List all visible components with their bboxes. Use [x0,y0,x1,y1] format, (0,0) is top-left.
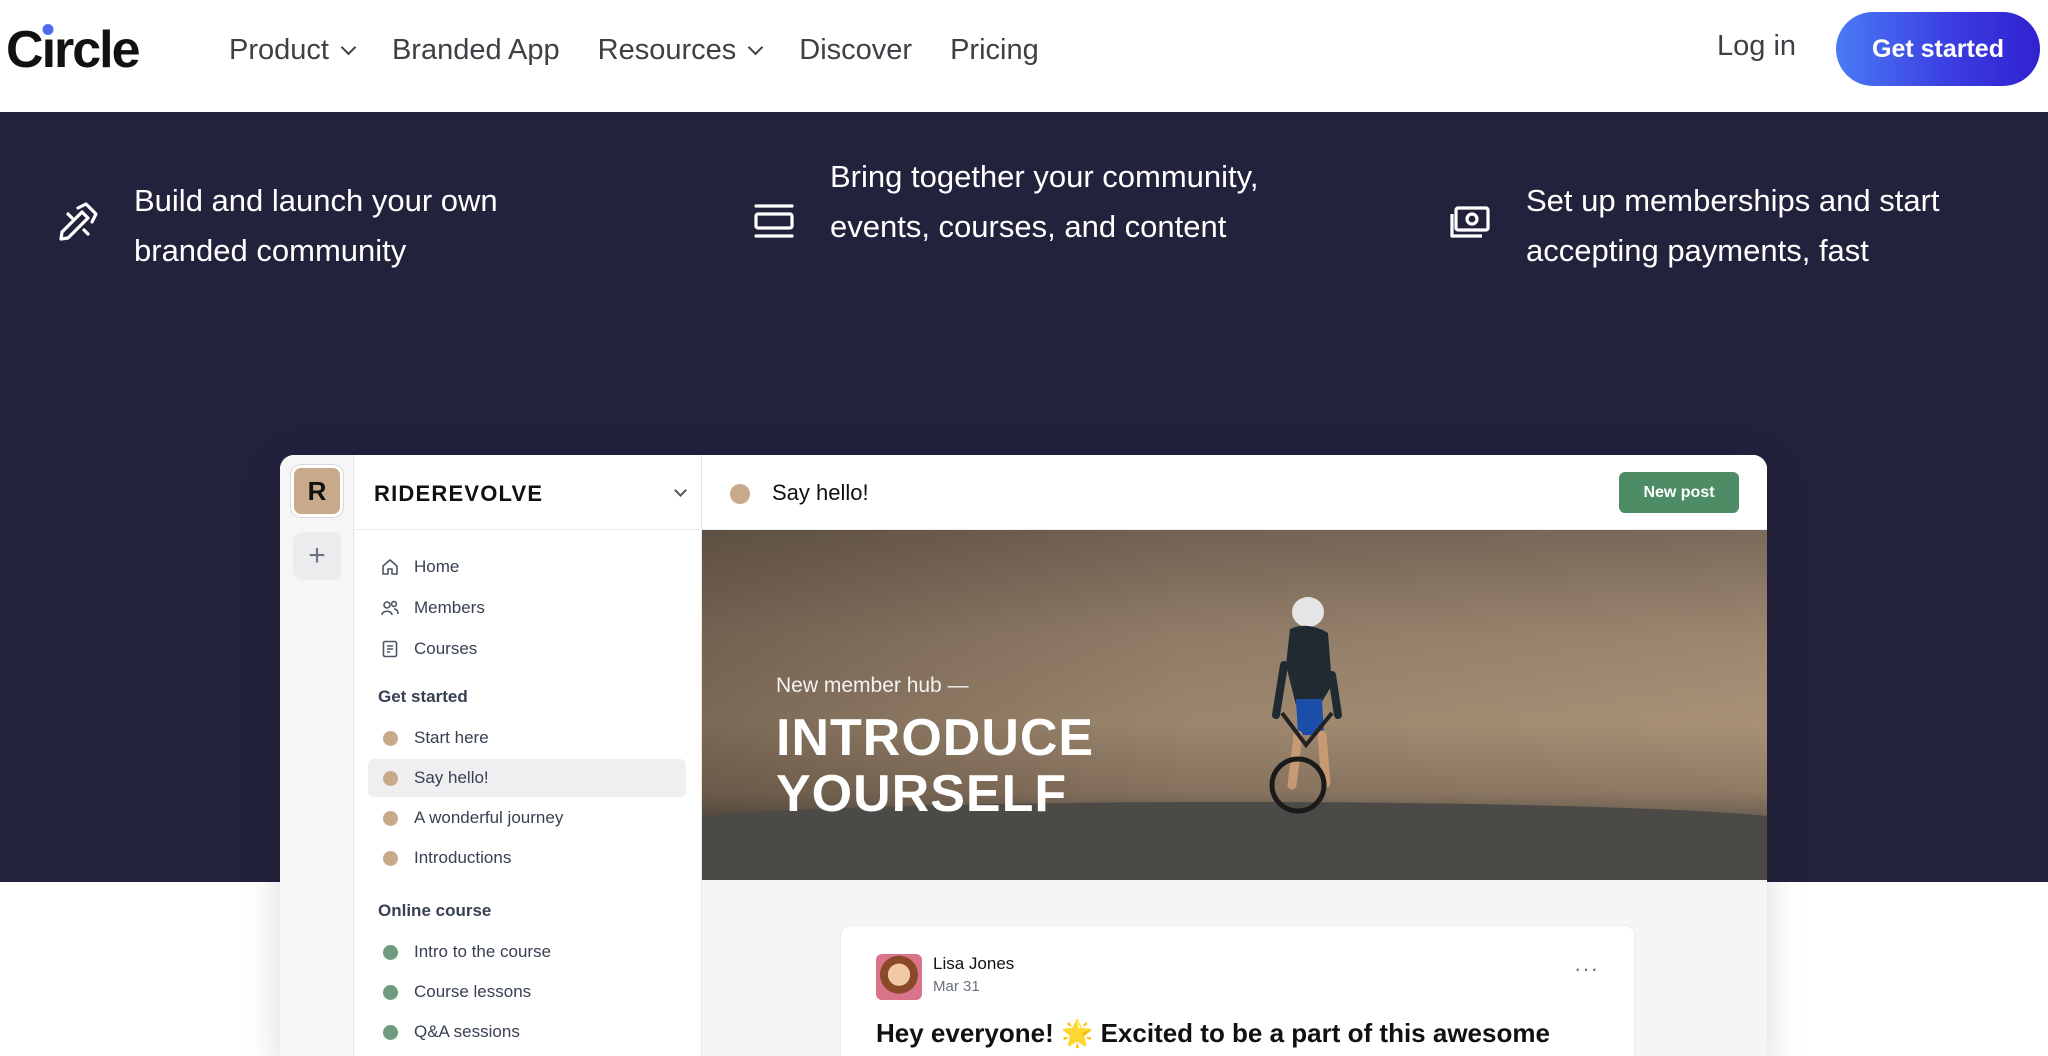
post-date: Mar 31 [933,978,980,995]
main-nav: Product Branded App Resources Discover P… [229,0,1077,100]
nav-product[interactable]: Product [229,34,357,67]
space-header: Say hello! New post [702,455,1767,530]
nav-resources[interactable]: Resources [598,34,764,67]
brand-name: RIDEREVOLVE [374,481,544,506]
feature-text: Bring together your community, events, c… [830,159,1259,244]
sidebar-item-wonderful-journey[interactable]: A wonderful journey [368,799,686,837]
chevron-down-icon [748,39,764,55]
brand-switcher[interactable]: RIDEREVOLVE [354,455,702,530]
app-preview: R + RIDEREVOLVE Home Members Courses Get… [280,455,1767,1056]
sidebar-item-course-lessons[interactable]: Course lessons [368,973,686,1011]
community-logo[interactable]: R [291,465,343,517]
section-heading-get-started[interactable]: Get started [378,687,468,707]
space-cover-image: New member hub — INTRODUCE YOURSELF [702,530,1767,880]
pen-ruler-icon [59,202,98,241]
avatar[interactable] [876,954,922,1000]
courses-icon [380,639,400,659]
sidebar-item-introductions[interactable]: Introductions [368,839,686,877]
post-card[interactable]: Lisa Jones Mar 31 ··· Hey everyone! 🌟 Ex… [840,925,1635,1056]
new-post-button[interactable]: New post [1619,472,1739,513]
community-rail: R + [280,455,354,1056]
sidebar-item-qa-sessions[interactable]: Q&A sessions [368,1013,686,1051]
space-dot [383,944,398,960]
nav-branded-app[interactable]: Branded App [392,34,560,67]
add-community-button[interactable]: + [293,532,341,580]
feature-text: Build and launch your own branded commun… [134,183,498,268]
cyclist-image [1269,597,1342,814]
chevron-down-icon [674,484,687,497]
chevron-down-icon [340,39,357,55]
space-title: Say hello! [772,480,869,505]
sidebar: RIDEREVOLVE Home Members Courses Get sta… [354,455,702,1056]
sidebar-item-start-here[interactable]: Start here [368,719,686,757]
sidebar-item-members[interactable]: Members [368,589,686,627]
members-icon [380,598,400,618]
space-main: Say hello! New post New member hub — INT… [702,455,1767,1056]
space-dot [383,984,398,1000]
stacked-layers-icon [754,204,794,238]
post-text: Hey everyone! 🌟 Excited to be a part of … [876,1018,1550,1048]
more-options-icon[interactable]: ··· [1574,956,1599,982]
sidebar-item-home[interactable]: Home [368,548,686,586]
login-link[interactable]: Log in [1717,30,1796,63]
space-dot [383,730,398,746]
space-dot [383,770,398,786]
hero-title: INTRODUCE YOURSELF [776,709,1095,823]
money-icon [1450,206,1490,238]
top-nav: Cı rcle Product Branded App Resources Dis… [0,0,2048,112]
home-icon [380,557,400,577]
circle-logo[interactable]: Cı rcle [6,20,141,80]
nav-pricing[interactable]: Pricing [950,34,1039,67]
post-author[interactable]: Lisa Jones [933,954,1014,974]
sidebar-item-intro-course[interactable]: Intro to the course [368,933,686,971]
space-dot [730,484,750,504]
get-started-button[interactable]: Get started [1836,12,2040,86]
hero-subtitle: New member hub — [776,674,969,697]
space-dot [383,810,398,826]
sidebar-item-say-hello[interactable]: Say hello! [368,759,686,797]
feature-text: Set up memberships and start accepting p… [1526,183,1940,268]
space-dot [383,850,398,866]
space-dot [383,1024,398,1040]
nav-discover[interactable]: Discover [799,34,912,67]
section-heading-online-course[interactable]: Online course [378,901,491,921]
sidebar-item-courses[interactable]: Courses [368,630,686,668]
